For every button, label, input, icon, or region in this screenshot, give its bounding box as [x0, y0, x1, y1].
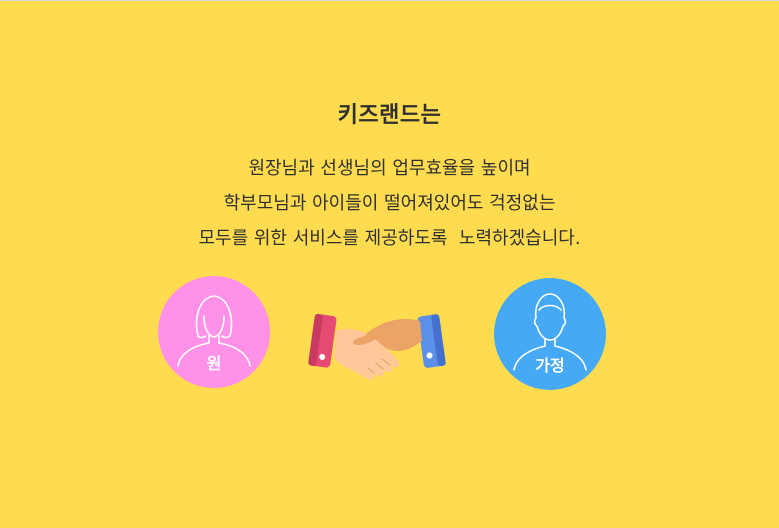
intro-line-1: 원장님과 선생님의 업무효율을 높이며 [248, 158, 531, 179]
handshake-icon [308, 313, 446, 380]
intro-line-2: 학부모님과 아이들이 떨어져있어도 걱정없는 [223, 193, 556, 214]
intro-line-3: 모두를 위한 서비스를 제공하도록 노력하겠습니다. [198, 228, 581, 249]
kindergarten-circle: 원 [158, 276, 270, 388]
home-circle: 가정 [494, 278, 606, 390]
intro-title: 키즈랜드는 [337, 103, 442, 128]
kindergarten-label: 원 [206, 354, 222, 373]
home-label: 가정 [535, 356, 565, 375]
intro-description: 원장님과 선생님의 업무효율을 높이며 학부모님과 아이들이 떨어져있어도 걱정… [0, 151, 779, 256]
